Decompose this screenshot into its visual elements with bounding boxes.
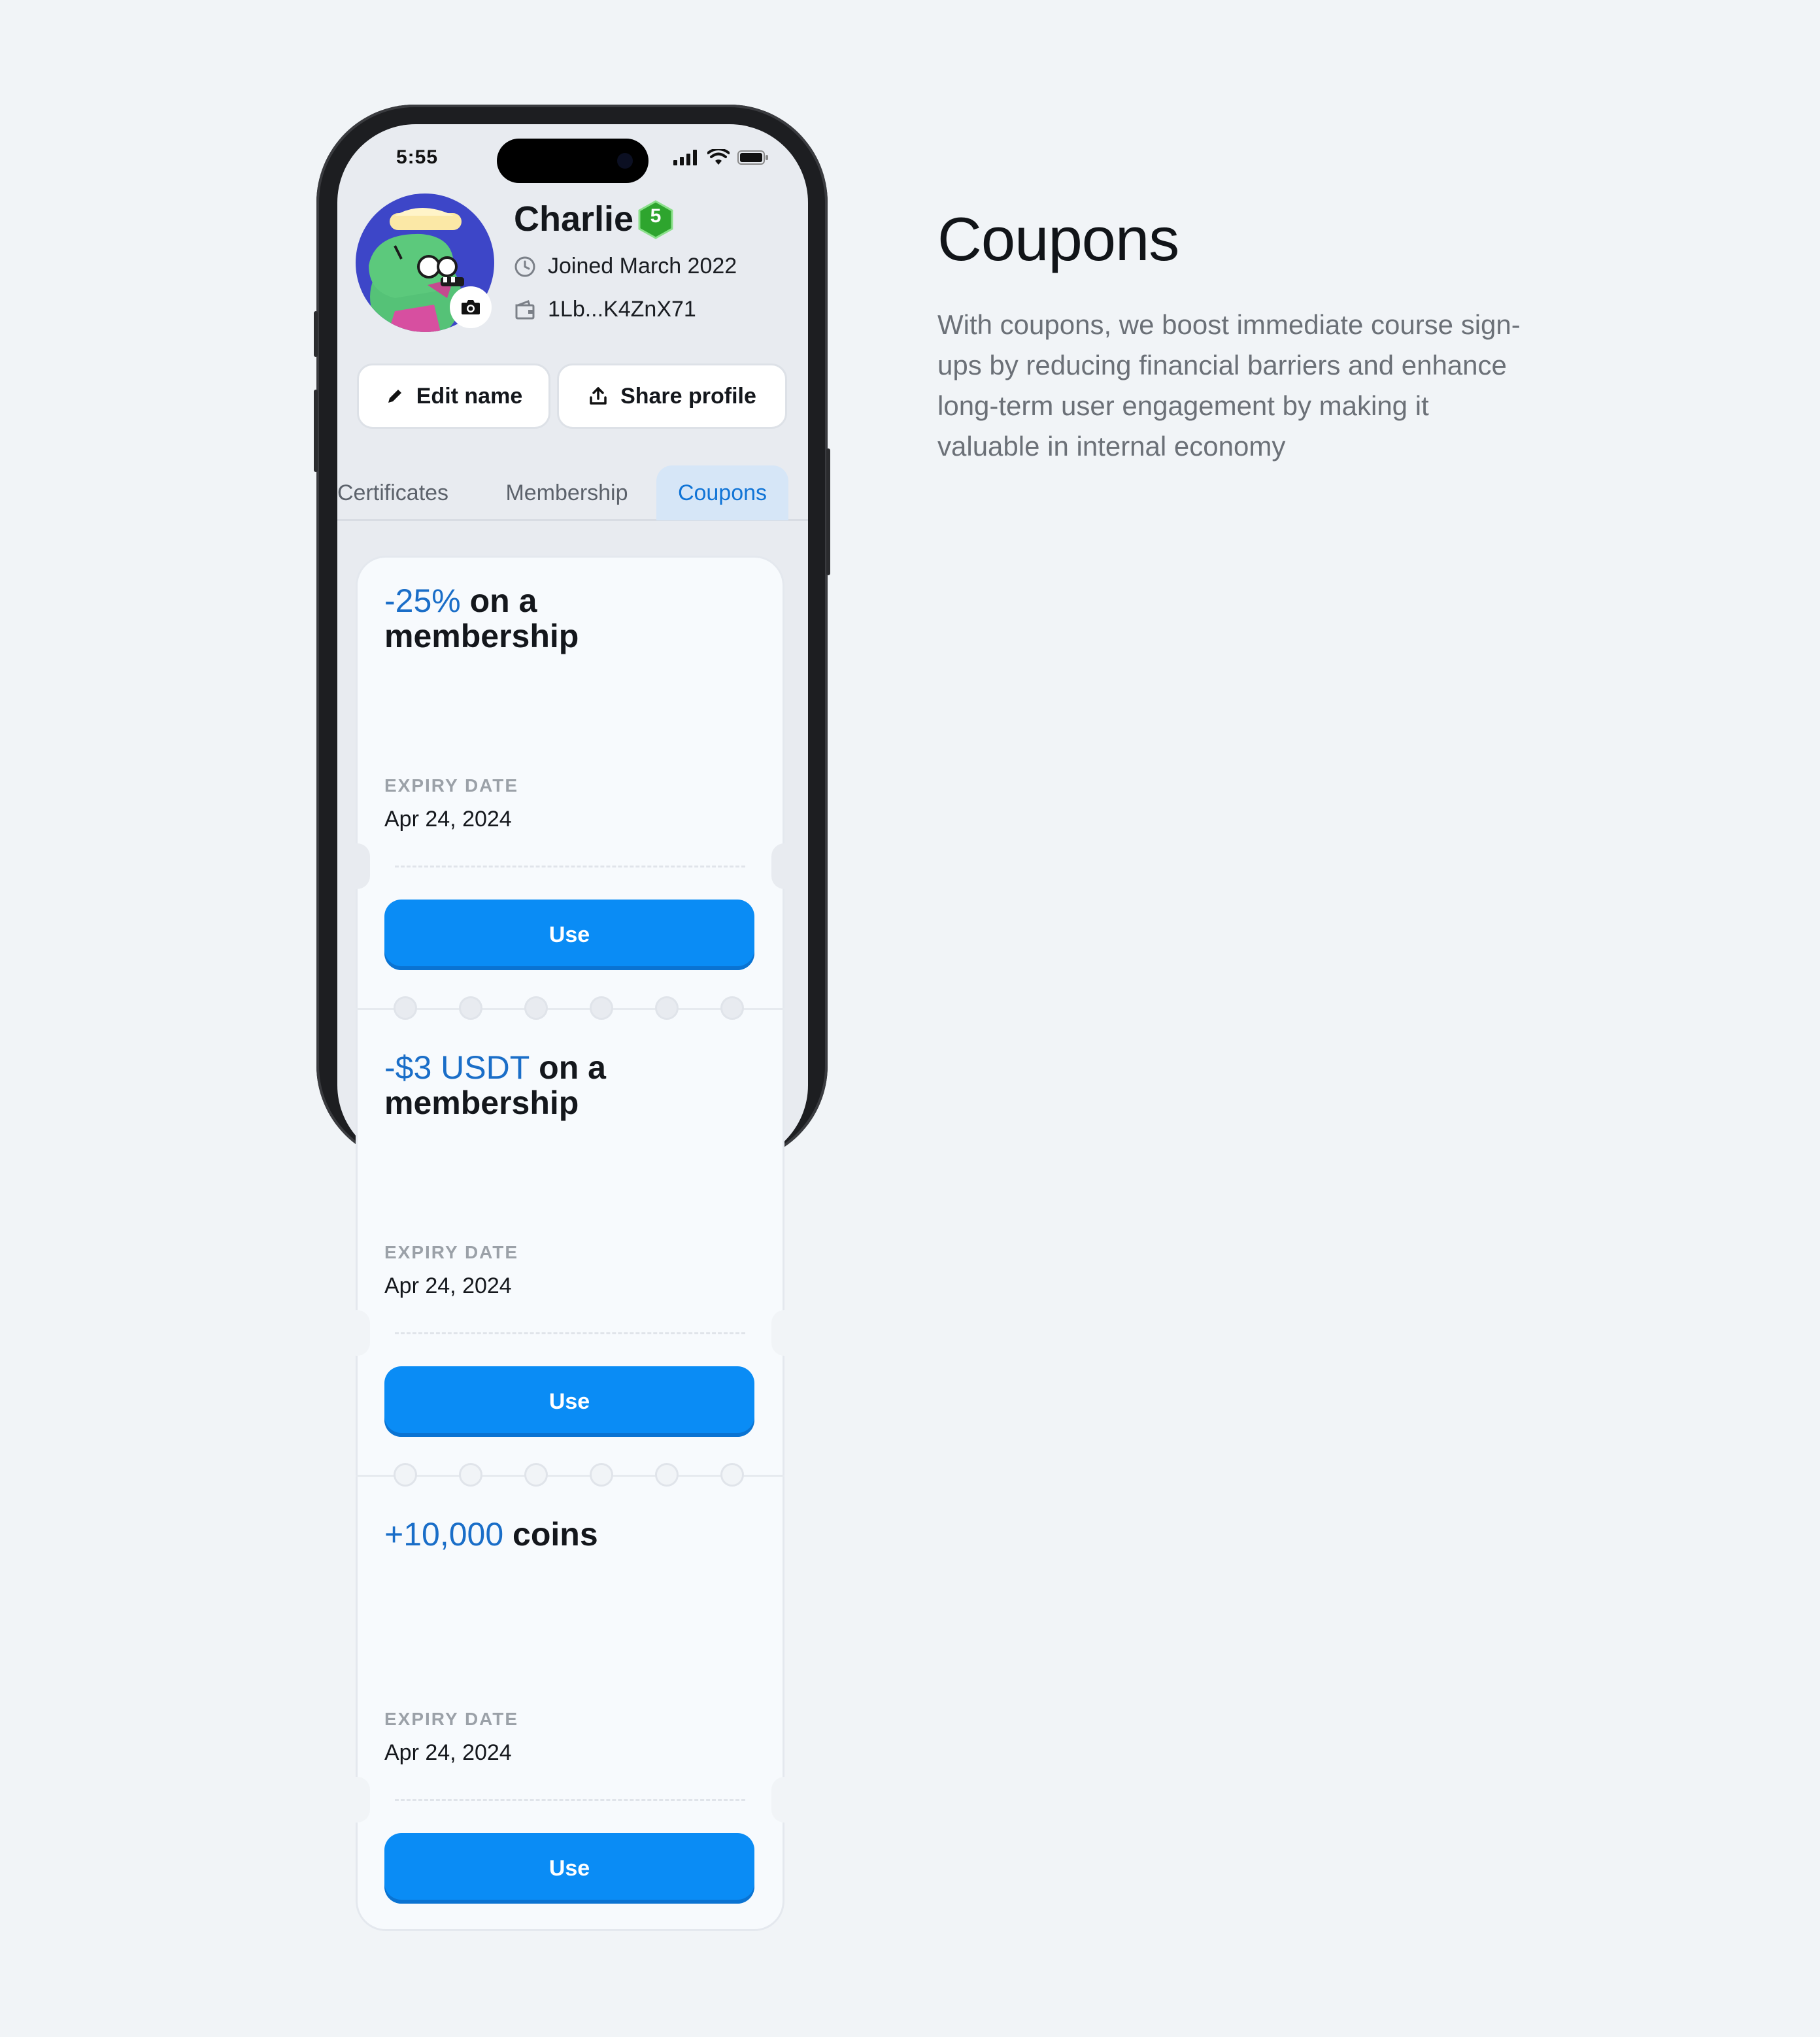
perforation-hole <box>590 1463 613 1487</box>
ticket-notch <box>344 1777 370 1823</box>
camera-icon <box>462 300 480 314</box>
section-description: With coupons, we boost immediate course … <box>937 309 1521 462</box>
coupon-title-line2: membership <box>384 618 579 654</box>
perforation-hole <box>720 996 744 1020</box>
perforation-hole <box>394 1463 417 1487</box>
coupon-divider <box>395 1332 745 1334</box>
perforation-hole <box>459 996 482 1020</box>
coupon-divider <box>395 866 745 867</box>
coupon-title: +10,000 coins <box>384 1517 598 1552</box>
expiry-label: EXPIRY DATE <box>384 1242 519 1262</box>
use-coupon-button[interactable]: Use <box>384 1366 754 1437</box>
use-coupon-button[interactable]: Use <box>384 1833 754 1904</box>
dynamic-island <box>497 139 649 183</box>
wifi-icon <box>707 149 730 165</box>
coupon-title-text: on a <box>460 582 537 619</box>
ticket-notch <box>771 1310 798 1356</box>
battery-icon <box>737 150 768 165</box>
perforation-hole <box>655 1463 679 1487</box>
perforation-hole <box>524 996 548 1020</box>
wallet-icon <box>515 299 535 319</box>
expiry-date: Apr 24, 2024 <box>384 1273 512 1298</box>
signal-icon <box>673 150 697 165</box>
phone-side-button <box>314 390 318 472</box>
clock-icon <box>514 256 535 277</box>
section-title: Coupons <box>937 205 1179 273</box>
joined-date: Joined March 2022 <box>548 254 737 278</box>
coupon-value: +10,000 <box>384 1516 504 1553</box>
status-icons <box>673 149 769 166</box>
coupon-value: -25% <box>384 582 461 619</box>
phone-side-button <box>314 311 318 357</box>
share-icon <box>590 387 607 405</box>
ticket-notch <box>344 1310 370 1356</box>
perforation-hole <box>524 1463 548 1487</box>
level-number: 5 <box>650 205 662 227</box>
joined-row: Joined March 2022 <box>514 254 737 279</box>
ticket-notch <box>344 843 370 889</box>
expiry-date: Apr 24, 2024 <box>384 807 512 832</box>
tab-membership[interactable]: Membership <box>490 465 643 520</box>
profile-name: Charlie <box>514 199 634 239</box>
coupon-title: -$3 USDT on a membership <box>384 1050 606 1120</box>
change-photo-button[interactable] <box>450 286 492 328</box>
perforation-hole <box>459 1463 482 1487</box>
tab-coupons[interactable]: Coupons <box>656 465 788 520</box>
share-profile-label: Share profile <box>620 383 756 409</box>
ticket-notch <box>771 1777 798 1823</box>
phone-side-button <box>826 448 830 575</box>
perforation-hole <box>655 996 679 1020</box>
tab-certificates[interactable]: Certificates <box>337 465 455 520</box>
coupon-title-line2: membership <box>384 1085 579 1121</box>
perforation-hole <box>590 996 613 1020</box>
perforation-hole <box>394 996 417 1020</box>
edit-name-button[interactable]: Edit name <box>357 363 550 429</box>
edit-name-label: Edit name <box>416 383 523 409</box>
coupon-title: -25% on a membership <box>384 583 579 654</box>
perforation-hole <box>720 1463 744 1487</box>
pencil-icon <box>388 390 401 403</box>
expiry-label: EXPIRY DATE <box>384 775 519 796</box>
coupon-value: -$3 USDT <box>384 1049 530 1086</box>
coupon-title-text: on a <box>530 1049 606 1086</box>
share-profile-button[interactable]: Share profile <box>557 363 787 429</box>
status-time: 5:55 <box>396 146 439 168</box>
ticket-notch <box>771 843 798 889</box>
coupon-title-text: coins <box>503 1516 598 1553</box>
wallet-address: 1Lb...K4ZnX71 <box>548 297 696 322</box>
coupon-divider <box>395 1799 745 1801</box>
expiry-date: Apr 24, 2024 <box>384 1740 512 1765</box>
use-coupon-button[interactable]: Use <box>384 900 754 970</box>
expiry-label: EXPIRY DATE <box>384 1709 519 1729</box>
camera-icon <box>617 153 633 169</box>
wallet-row: 1Lb...K4ZnX71 <box>514 297 696 322</box>
